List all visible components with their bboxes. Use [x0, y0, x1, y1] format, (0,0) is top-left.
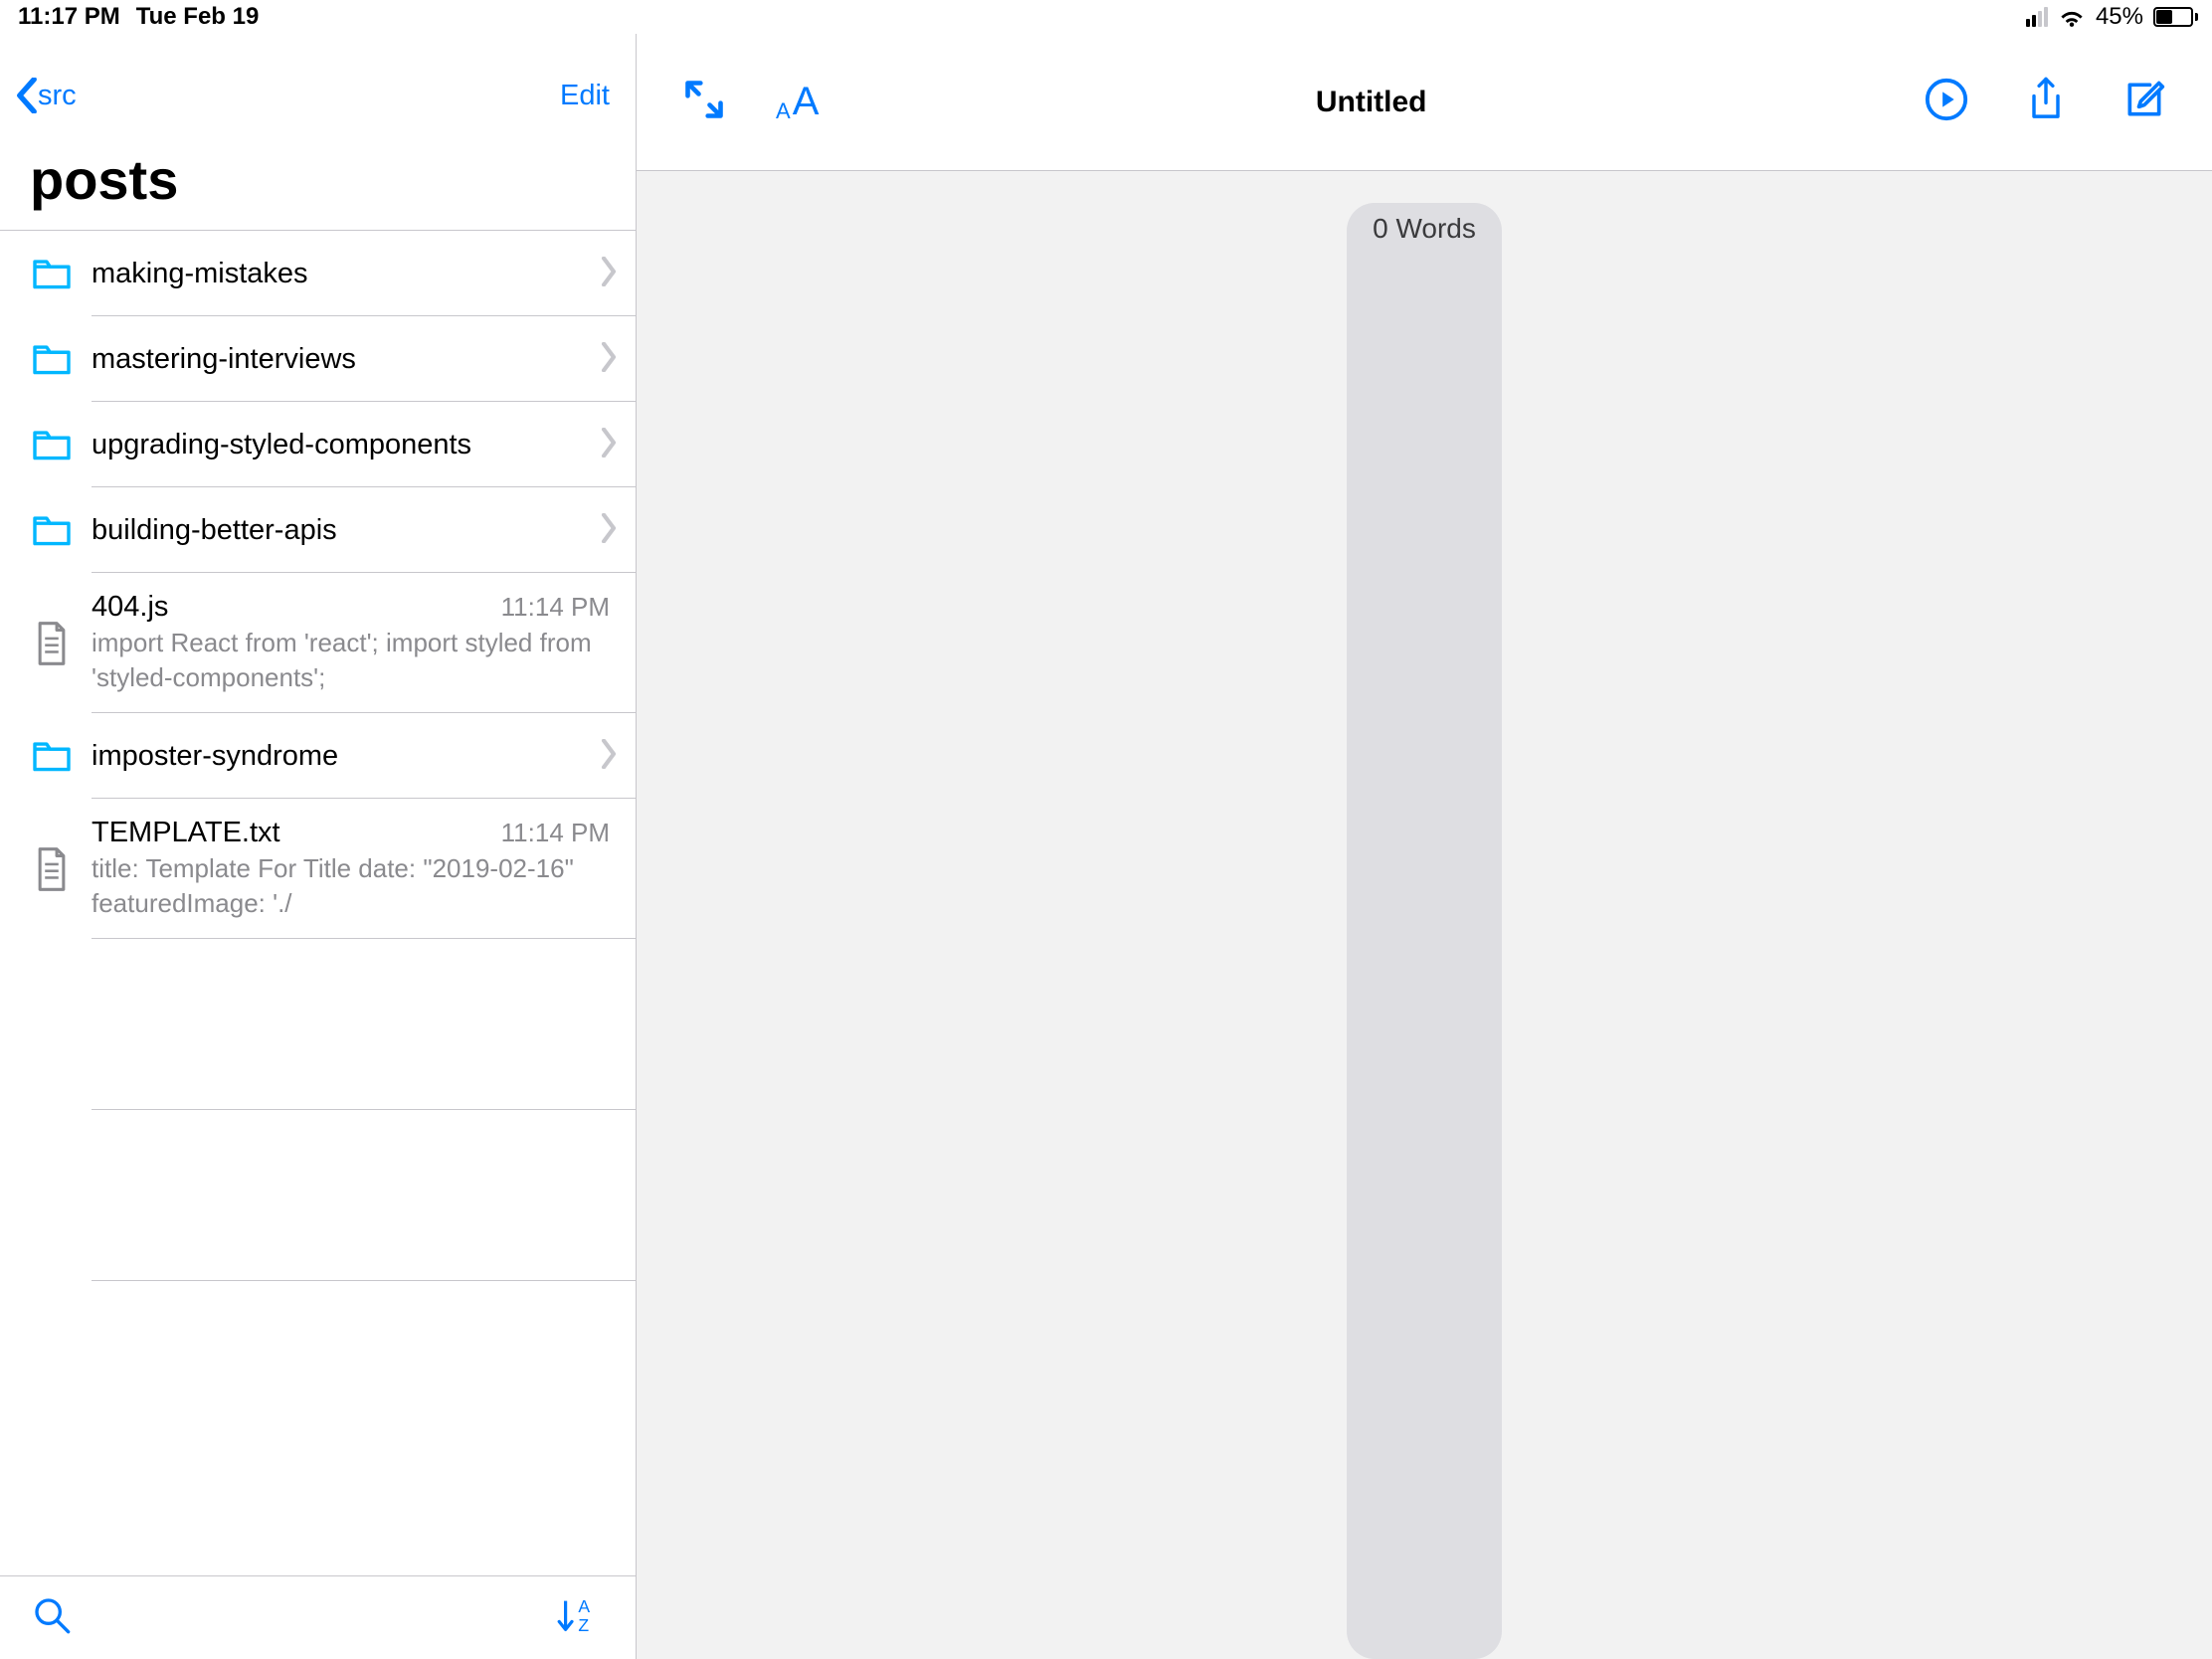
search-icon[interactable]	[32, 1595, 72, 1640]
sidebar: src Edit posts making-mistakes mastering-…	[0, 34, 637, 1659]
file-icon	[22, 622, 82, 665]
status-time: 11:17 PM	[18, 3, 120, 31]
folder-row[interactable]: building-better-apis	[0, 487, 636, 573]
folder-row[interactable]: imposter-syndrome	[0, 713, 636, 799]
folder-icon	[22, 342, 82, 376]
item-name: making-mistakes	[92, 258, 308, 290]
wifi-icon	[2058, 6, 2086, 28]
status-date: Tue Feb 19	[136, 3, 260, 31]
sort-az-icon[interactable]: AZ	[556, 1595, 604, 1640]
sidebar-nav: src Edit	[0, 34, 636, 129]
folder-icon	[22, 428, 82, 461]
folder-icon	[22, 513, 82, 547]
fullscreen-icon[interactable]	[682, 78, 726, 126]
item-time: 11:14 PM	[501, 818, 610, 848]
item-preview: title: Template For Title date: "2019-02…	[92, 851, 610, 921]
editor-body[interactable]: 0 Words	[637, 171, 2212, 1659]
file-row[interactable]: TEMPLATE.txt 11:14 PMtitle: Template For …	[0, 799, 636, 939]
empty-row	[0, 939, 636, 1110]
item-name: building-better-apis	[92, 514, 337, 547]
chevron-right-icon	[600, 513, 618, 548]
editor-panel: AA Untitled 0 Words	[637, 34, 2212, 1659]
folder-icon	[22, 739, 82, 773]
item-preview: import React from 'react'; import styled…	[92, 626, 610, 695]
battery-percentage: 45%	[2096, 3, 2143, 31]
font-size-icon[interactable]: AA	[776, 80, 819, 124]
item-name: TEMPLATE.txt	[92, 817, 280, 849]
back-button[interactable]: src	[16, 78, 77, 113]
folder-row[interactable]: mastering-interviews	[0, 316, 636, 402]
svg-text:Z: Z	[578, 1615, 589, 1635]
edit-button[interactable]: Edit	[560, 80, 610, 112]
svg-text:A: A	[578, 1596, 590, 1616]
document-title: Untitled	[1316, 86, 1427, 119]
chevron-right-icon	[600, 257, 618, 291]
chevron-right-icon	[600, 739, 618, 774]
back-label: src	[38, 80, 77, 112]
battery-icon	[2153, 7, 2198, 27]
folder-row[interactable]: making-mistakes	[0, 231, 636, 316]
sidebar-bottom-toolbar: AZ	[0, 1575, 636, 1659]
item-name: imposter-syndrome	[92, 740, 338, 773]
item-time: 11:14 PM	[501, 592, 610, 623]
item-name: upgrading-styled-components	[92, 429, 471, 461]
item-name: 404.js	[92, 591, 168, 624]
compose-icon[interactable]	[2122, 78, 2166, 126]
empty-row	[0, 1110, 636, 1281]
file-list[interactable]: making-mistakes mastering-interviews upgra…	[0, 230, 636, 1575]
sidebar-title: posts	[0, 129, 636, 230]
share-icon[interactable]	[2025, 76, 2067, 128]
file-row[interactable]: 404.js 11:14 PMimport React from 'react';…	[0, 573, 636, 713]
folder-icon	[22, 257, 82, 290]
word-count-badge: 0 Words	[1347, 203, 1502, 1659]
chevron-right-icon	[600, 428, 618, 462]
folder-row[interactable]: upgrading-styled-components	[0, 402, 636, 487]
item-name: mastering-interviews	[92, 343, 356, 376]
status-bar: 11:17 PM Tue Feb 19 45%	[0, 0, 2212, 34]
editor-toolbar: AA Untitled	[637, 34, 2212, 171]
play-icon[interactable]	[1924, 77, 1969, 127]
chevron-right-icon	[600, 342, 618, 377]
cellular-icon	[2026, 7, 2048, 27]
file-icon	[22, 847, 82, 891]
